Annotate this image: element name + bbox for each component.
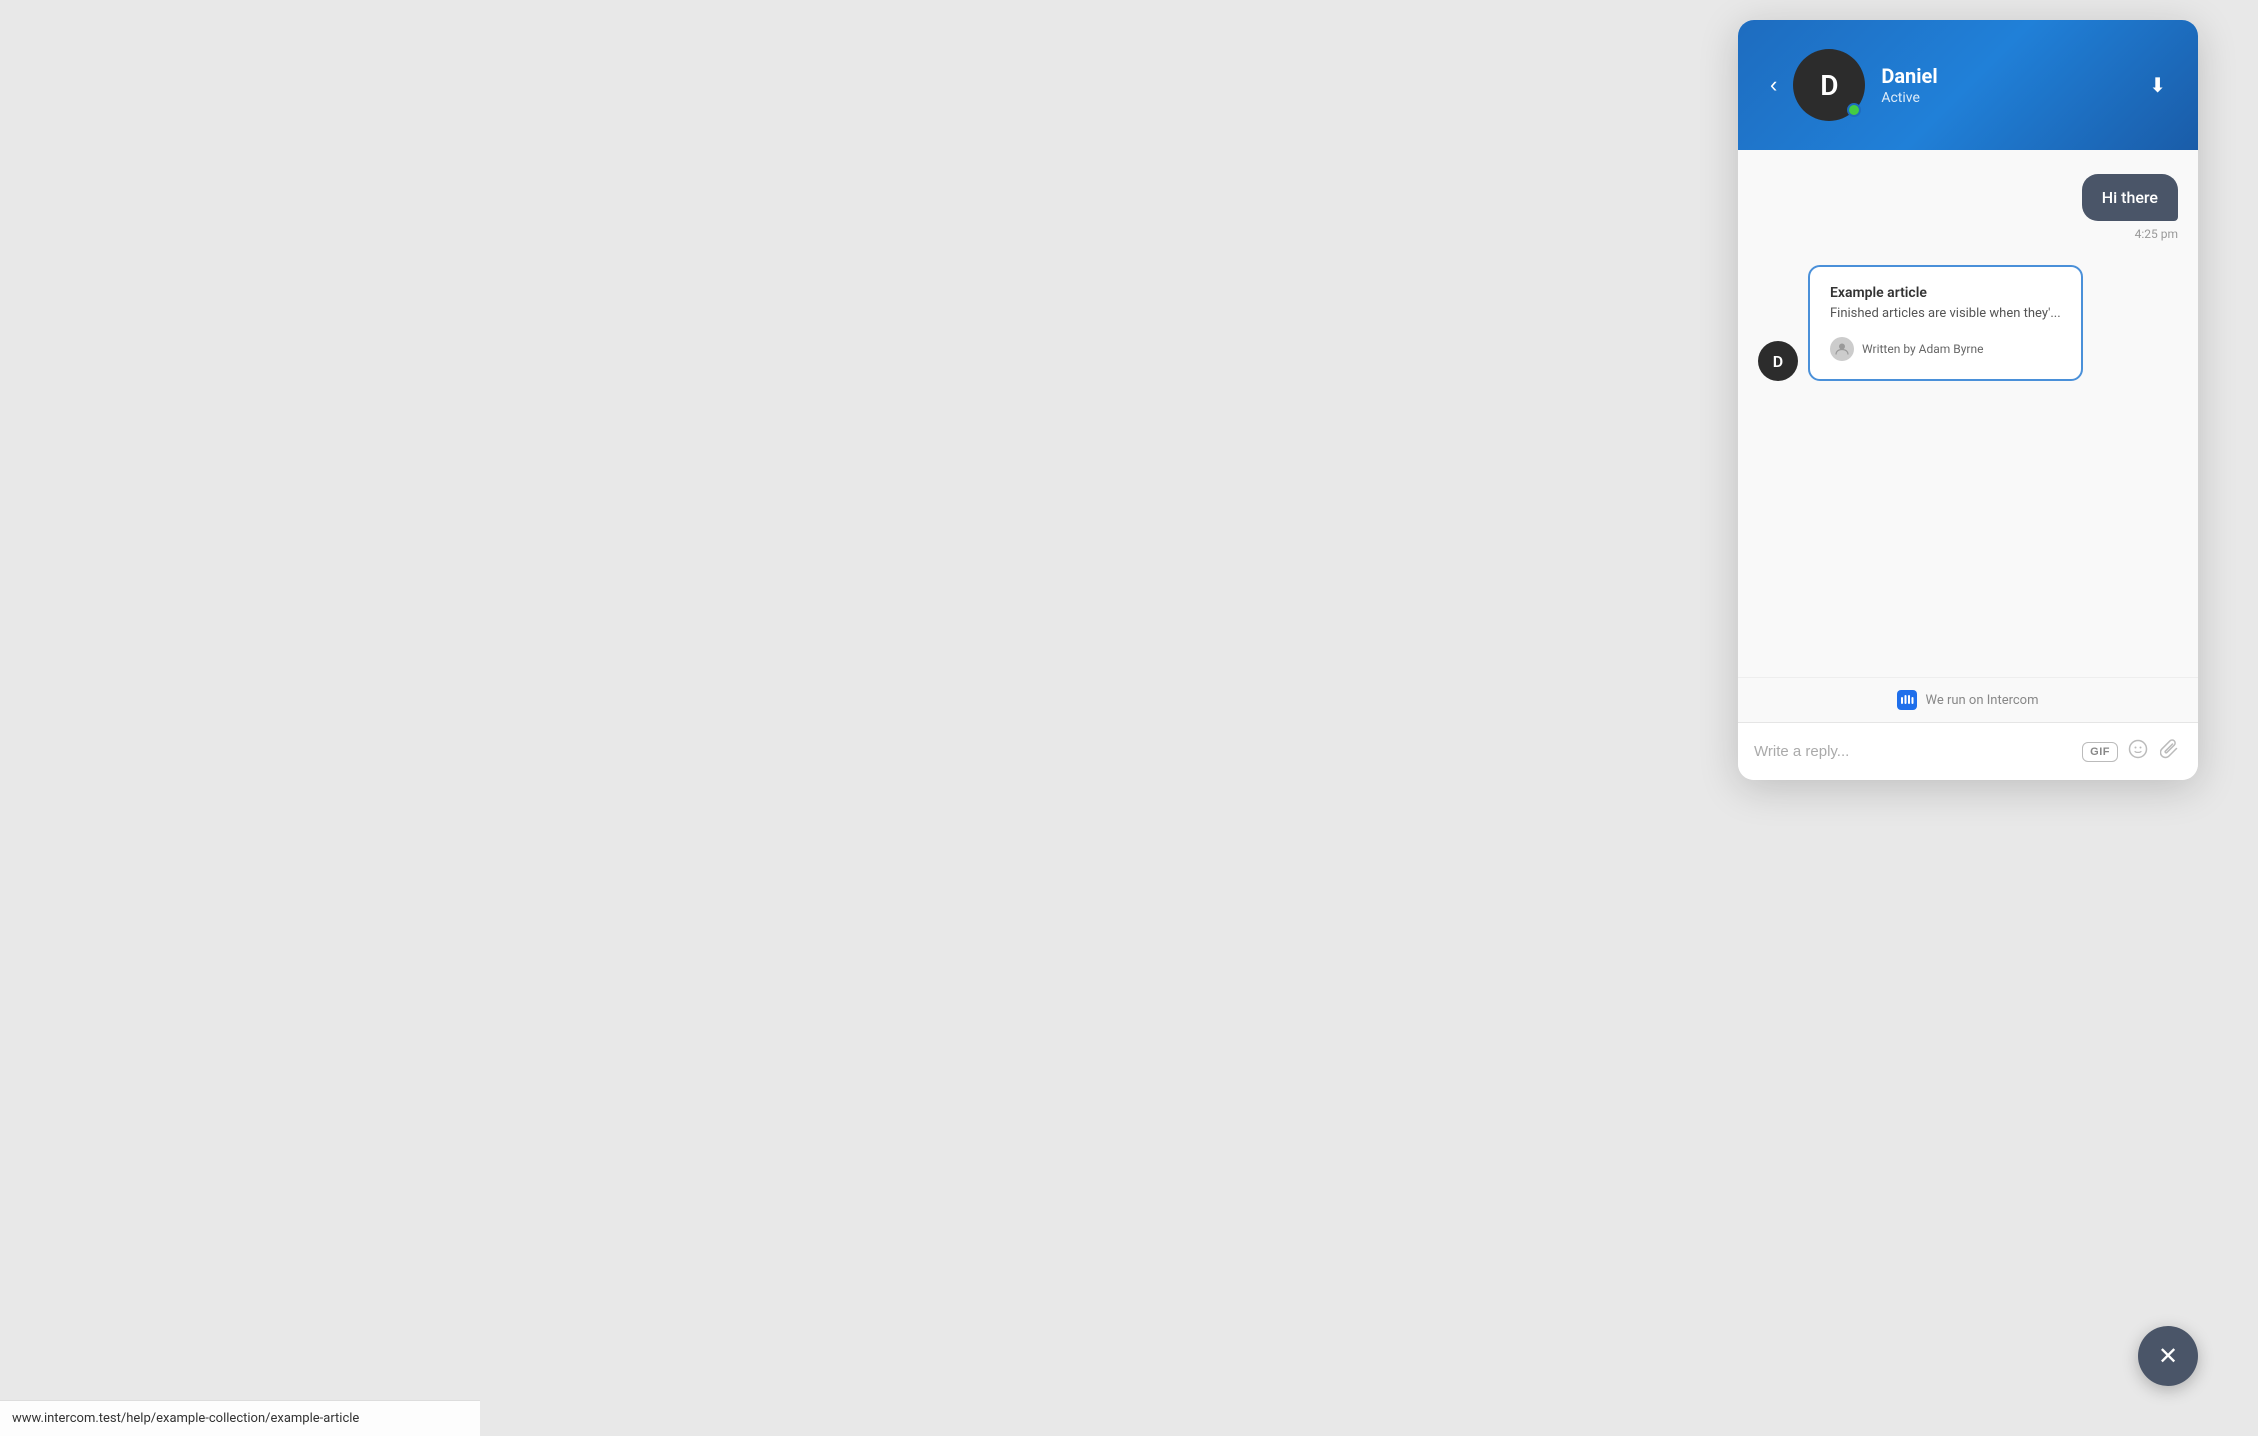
user-name: Daniel xyxy=(1881,64,1937,88)
reply-input[interactable] xyxy=(1754,743,2072,760)
close-button[interactable]: ✕ xyxy=(2138,1326,2198,1386)
message-bubble-sent: Hi there xyxy=(2082,174,2178,221)
author-name: Written by Adam Byrne xyxy=(1862,342,1984,356)
received-message: D Example article Finished articles are … xyxy=(1758,265,2178,381)
status-bar: www.intercom.test/help/example-collectio… xyxy=(0,1400,480,1436)
back-button[interactable]: ‹ xyxy=(1762,70,1785,100)
online-indicator xyxy=(1847,103,1861,117)
article-excerpt: Finished articles are visible when they'… xyxy=(1830,305,2061,323)
emoji-button[interactable] xyxy=(2126,737,2150,766)
receiver-avatar: D xyxy=(1758,341,1798,381)
gif-button[interactable]: GIF xyxy=(2082,742,2118,762)
input-actions: GIF xyxy=(2082,737,2182,766)
chat-input-area: GIF xyxy=(1738,722,2198,780)
user-info: D Daniel Active xyxy=(1793,49,2141,121)
branding-text: We run on Intercom xyxy=(1925,693,2038,708)
intercom-logo-icon xyxy=(1897,690,1917,710)
chat-widget: ‹ D Daniel Active ⬇ Hi there 4:25 pm xyxy=(1738,20,2198,780)
download-button[interactable]: ⬇ xyxy=(2141,69,2174,102)
user-status: Active xyxy=(1881,90,1937,106)
status-url: www.intercom.test/help/example-collectio… xyxy=(12,1411,359,1426)
avatar-container: D xyxy=(1793,49,1865,121)
chat-branding: We run on Intercom xyxy=(1738,677,2198,722)
chat-body: Hi there 4:25 pm D Example article Finis… xyxy=(1738,150,2198,677)
message-time: 4:25 pm xyxy=(2135,227,2178,241)
article-card[interactable]: Example article Finished articles are vi… xyxy=(1808,265,2083,381)
user-details: Daniel Active xyxy=(1881,64,1937,106)
article-title: Example article xyxy=(1830,285,2061,301)
page-background: ‹ D Daniel Active ⬇ Hi there 4:25 pm xyxy=(0,0,2258,1436)
paperclip-icon xyxy=(2160,739,2180,759)
chat-header: ‹ D Daniel Active ⬇ xyxy=(1738,20,2198,150)
attach-button[interactable] xyxy=(2158,737,2182,766)
emoji-icon xyxy=(2128,739,2148,759)
author-avatar-icon xyxy=(1830,337,1854,361)
article-author: Written by Adam Byrne xyxy=(1830,337,2061,361)
sent-message: Hi there 4:25 pm xyxy=(1758,174,2178,241)
close-icon: ✕ xyxy=(2158,1344,2178,1368)
